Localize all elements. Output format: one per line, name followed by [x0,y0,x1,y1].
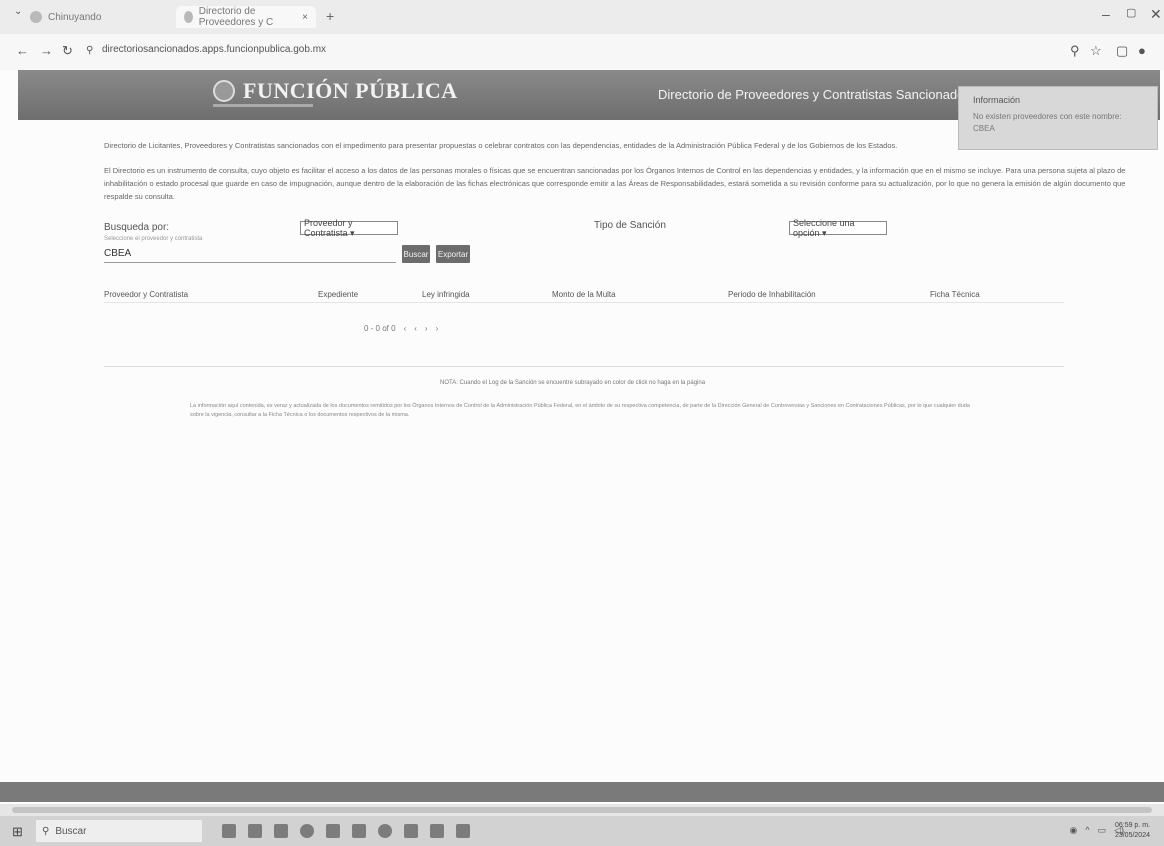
file-explorer-icon[interactable] [274,824,288,838]
column-header-period: Periodo de Inhabilitación [728,290,816,299]
network-icon[interactable]: ◉ [1069,825,1077,836]
disclaimer-text: La información aquí contenida, es veraz … [190,403,970,418]
logo-subtitle-line [213,104,313,107]
new-tab-button[interactable]: + [326,8,334,24]
info-title: Información [973,95,1021,105]
browser-toolbar: ← → ↻ ⚲ directoriosancionados.apps.funci… [0,34,1164,70]
horizontal-scrollbar[interactable] [0,804,1164,816]
taskbar-app-icon[interactable] [456,824,470,838]
clock-date: 23/05/2024 [1114,831,1150,839]
zoom-icon[interactable]: ⚲ [1070,43,1080,59]
taskbar-app-icon[interactable] [404,824,418,838]
taskbar-app-icon[interactable] [248,824,262,838]
taskbar-app-icon[interactable] [430,824,444,838]
seal-icon [213,80,235,102]
info-message: No existen proveedores con este nombre: … [973,112,1122,133]
column-header-law: Ley infringida [422,290,470,299]
minimize-icon[interactable]: – [1102,6,1110,22]
column-header-datasheet: Ficha Técnica [930,290,980,299]
close-window-icon[interactable]: ✕ [1150,6,1162,23]
clock-time: 06:59 p. m. [1114,822,1150,829]
pagination: 0 - 0 of 0 ‹ ‹ › › [364,324,438,333]
scrollbar-thumb[interactable] [12,807,1152,813]
tab-favicon-icon [184,11,193,23]
task-view-icon[interactable] [222,824,236,838]
edge-browser-icon[interactable] [300,824,314,838]
note-text: NOTA: Cuando el Log de la Sanción se enc… [440,380,706,386]
browser-tab-2[interactable]: Directorio de Proveedores y C × [176,6,316,28]
chevron-up-icon[interactable]: ^ [1085,825,1089,836]
browser-tab-1[interactable]: Chinuyando × [30,6,200,28]
export-button[interactable]: Exportar [436,245,470,263]
windows-start-icon[interactable]: ⊞ [12,824,23,840]
intro-text: Directorio de Licitantes, Proveedores y … [104,141,898,150]
tab-close-icon[interactable]: × [302,12,308,23]
search-button[interactable]: Buscar [402,245,430,263]
tab-list-chevron-icon[interactable]: ⌄ [14,6,22,17]
maximize-icon[interactable]: ▢ [1126,6,1136,19]
funcion-publica-logo[interactable]: FUNCIÓN PÚBLICA [213,78,458,104]
sanction-type-select[interactable]: Seleccione una opción ▾ [789,218,887,238]
search-input[interactable]: CBEA [104,245,396,263]
logo-text: FUNCIÓN PÚBLICA [243,78,458,103]
last-page-icon[interactable]: › [436,324,439,333]
chrome-icon[interactable] [378,824,392,838]
sanction-type-label: Tipo de Sanción [594,220,666,231]
previous-page-icon[interactable]: ‹ [414,324,417,333]
search-icon: ⚲ [42,825,50,837]
first-page-icon[interactable]: ‹ [404,324,407,333]
tab-title: Chinuyando [48,11,102,23]
battery-icon[interactable]: ▭ [1098,825,1107,836]
tab-favicon-icon [30,11,42,23]
taskbar-search[interactable]: ⚲ Buscar [36,820,202,842]
windows-taskbar: ⊞ ⚲ Buscar ◉ ^ ▭ ◁) 06:59 p. m. 23/05/20… [0,816,1164,846]
search-by-label: Busqueda por: [104,222,170,233]
forward-icon[interactable]: → [40,43,53,58]
search-by-select[interactable]: Proveedor y Contratista ▾ [300,218,398,238]
taskbar-search-placeholder: Buscar [55,825,87,837]
column-header-file: Expediente [318,290,359,299]
pagination-range: 0 - 0 of 0 [364,324,396,333]
word-icon[interactable] [326,824,340,838]
table-header-divider [104,302,1064,303]
bookmark-star-icon[interactable]: ☆ [1090,43,1102,59]
back-icon[interactable]: ← [16,43,29,58]
excel-icon[interactable] [352,824,366,838]
profile-avatar-icon[interactable]: ● [1138,43,1146,58]
search-by-hint: Seleccione el proveedor y contratista [104,236,203,242]
taskbar-clock[interactable]: 06:59 p. m. 23/05/2024 [1115,821,1150,841]
url-bar[interactable]: directoriosancionados.apps.funcionpublic… [102,44,326,55]
section-divider [104,366,1064,367]
reload-icon[interactable]: ↻ [62,43,73,59]
extensions-icon[interactable]: ▢ [1116,43,1128,59]
column-header-fine: Monto de la Multa [552,290,616,299]
description-text: El Directorio es un instrumento de consu… [104,166,1126,202]
column-header-provider: Proveedor y Contratista [104,290,189,299]
next-page-icon[interactable]: › [425,324,428,333]
site-settings-icon[interactable]: ⚲ [86,45,93,56]
site-footer [0,782,1164,802]
page-title: Directorio de Proveedores y Contratistas… [658,87,971,102]
browser-tab-strip: ⌄ Chinuyando × Directorio de Proveedores… [0,0,1164,34]
tab-title: Directorio de Proveedores y C [198,6,274,28]
